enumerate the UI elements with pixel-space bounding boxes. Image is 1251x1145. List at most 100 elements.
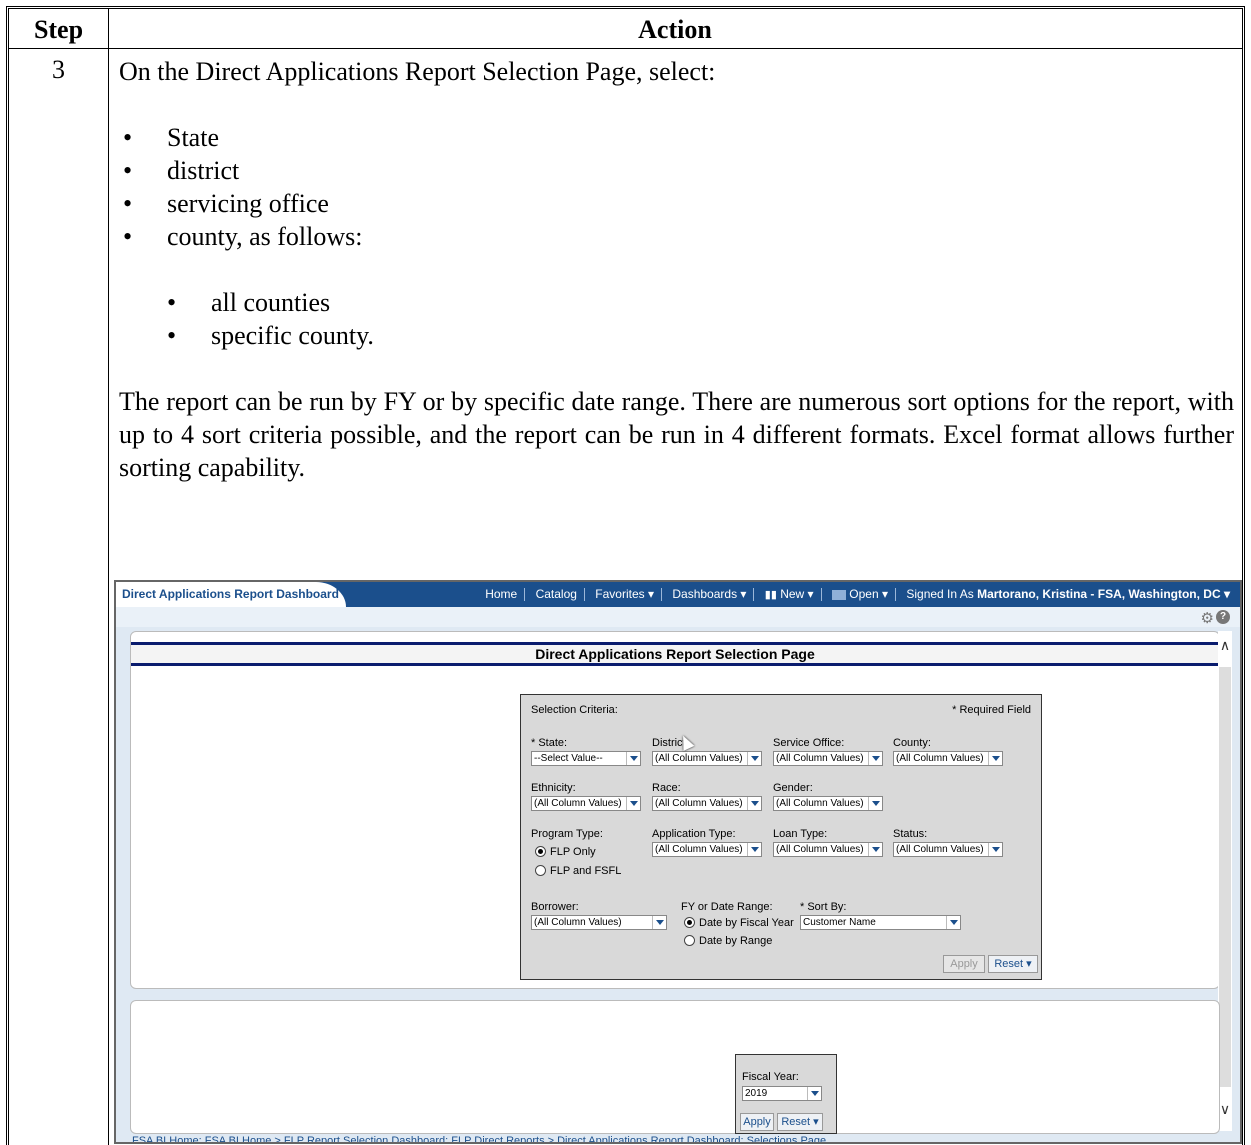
race-label: Race: [652, 782, 681, 794]
gender-value: (All Column Values) [776, 798, 864, 809]
ethnicity-label: Ethnicity: [531, 782, 576, 794]
breadcrumb[interactable]: FSA BI Home: FSA BI Home > FLP Report Se… [132, 1135, 826, 1142]
intro-text: On the Direct Applications Report Select… [119, 57, 716, 86]
program-radio-flp-fsfl[interactable]: FLP and FSFL [535, 865, 621, 877]
radio-empty-icon [684, 935, 695, 946]
fy-radio-date-range[interactable]: Date by Range [684, 935, 772, 947]
bullet-item: district [119, 154, 1234, 187]
program-radio-flp-only[interactable]: FLP Only [535, 846, 596, 858]
service-office-select[interactable]: (All Column Values) [773, 751, 883, 766]
chevron-up-icon[interactable]: ∧ [1218, 637, 1232, 654]
bullet-item: State [119, 121, 1234, 154]
service-office-label: Service Office: [773, 737, 845, 749]
sub-bullet-item: all counties [163, 286, 1234, 319]
loan-type-label: Loan Type: [773, 828, 828, 840]
sort-by-label: * Sort By: [800, 901, 847, 913]
ethnicity-value: (All Column Values) [534, 798, 622, 809]
bullet-item: county, as follows: [119, 220, 1234, 253]
nav-dashboards[interactable]: Dashboards ▾ [672, 587, 746, 601]
district-value: (All Column Values) [655, 753, 743, 764]
signed-in-prefix: Signed In As [906, 587, 974, 601]
chevron-down-icon[interactable] [747, 752, 761, 765]
chevron-down-icon[interactable] [626, 752, 640, 765]
borrower-select[interactable]: (All Column Values) [531, 915, 667, 930]
chevron-down-icon[interactable] [868, 843, 882, 856]
fiscal-year-panel [130, 1000, 1220, 1134]
county-select[interactable]: (All Column Values) [893, 751, 1003, 766]
gear-icon[interactable]: ⚙ [1201, 609, 1214, 627]
gender-select[interactable]: (All Column Values) [773, 796, 883, 811]
sort-by-select[interactable]: Customer Name [800, 915, 961, 930]
bullet-list: State district servicing office county, … [119, 121, 1234, 253]
dashboard-tab-label: Direct Applications Report Dashboard [122, 587, 339, 601]
chevron-down-icon[interactable] [626, 797, 640, 810]
chevron-down-icon[interactable] [747, 797, 761, 810]
fiscal-apply-button[interactable]: Apply [740, 1113, 774, 1131]
county-value: (All Column Values) [896, 753, 984, 764]
fiscal-year-value: 2019 [745, 1088, 768, 1099]
header-step: Step [33, 15, 84, 44]
borrower-value: (All Column Values) [534, 917, 622, 928]
selection-criteria-box: Selection Criteria: * Required Field * S… [520, 694, 1042, 980]
nav-new[interactable]: New ▾ [780, 587, 813, 601]
radio-selected-icon [684, 917, 695, 928]
sort-by-value: Customer Name [803, 917, 876, 928]
loan-type-value: (All Column Values) [776, 844, 864, 855]
nav-favorites[interactable]: Favorites ▾ [595, 587, 654, 601]
scrollbar[interactable]: ∧ ∨ [1218, 631, 1232, 1131]
sub-bullet-list: all counties specific county. [163, 286, 1234, 352]
borrower-label: Borrower: [531, 901, 579, 913]
fiscal-year-label: Fiscal Year: [742, 1071, 799, 1083]
fy-opt1-label: Date by Fiscal Year [699, 917, 794, 929]
scrollbar-thumb[interactable] [1219, 667, 1231, 1087]
chevron-down-icon[interactable] [988, 752, 1002, 765]
race-value: (All Column Values) [655, 798, 743, 809]
chevron-down-icon[interactable] [868, 752, 882, 765]
nav-home[interactable]: Home [485, 587, 517, 601]
signed-in-user[interactable]: Martorano, Kristina - FSA, Washington, D… [977, 587, 1230, 601]
program-type-label: Program Type: [531, 828, 603, 840]
required-note: * Required Field [952, 704, 1031, 716]
radio-empty-icon [535, 865, 546, 876]
state-value: --Select Value-- [534, 753, 603, 764]
fiscal-year-box: Fiscal Year: 2019 Apply Reset ▾ [735, 1054, 837, 1134]
chevron-down-icon[interactable] [946, 916, 960, 929]
nav-open[interactable]: Open ▾ [849, 587, 888, 601]
loan-type-select[interactable]: (All Column Values) [773, 842, 883, 857]
fiscal-year-select[interactable]: 2019 [742, 1086, 822, 1101]
program-opt2-label: FLP and FSFL [550, 865, 622, 877]
criteria-heading: Selection Criteria: [531, 704, 618, 716]
race-select[interactable]: (All Column Values) [652, 796, 762, 811]
fiscal-reset-button[interactable]: Reset ▾ [777, 1113, 823, 1131]
apply-button[interactable]: Apply [943, 955, 985, 973]
application-type-select[interactable]: (All Column Values) [652, 842, 762, 857]
nav-catalog[interactable]: Catalog [536, 587, 577, 601]
dashboard-tab[interactable]: Direct Applications Report Dashboard [116, 582, 346, 607]
chevron-down-icon[interactable]: ∨ [1218, 1101, 1232, 1118]
fy-radio-fiscal-year[interactable]: Date by Fiscal Year [684, 917, 794, 929]
program-opt1-label: FLP Only [550, 846, 596, 858]
status-label: Status: [893, 828, 928, 840]
step-number: 3 [52, 55, 65, 84]
action-content: On the Direct Applications Report Select… [119, 55, 1234, 484]
district-select[interactable]: (All Column Values) [652, 751, 762, 766]
description-paragraph: The report can be run by FY or by specif… [119, 387, 1234, 482]
chart-icon: ▮▮ [764, 589, 777, 601]
panel-title: Direct Applications Report Selection Pag… [131, 642, 1219, 666]
chevron-down-icon[interactable] [652, 916, 666, 929]
chevron-down-icon[interactable] [807, 1087, 821, 1100]
help-icon[interactable]: ? [1216, 610, 1230, 624]
status-select[interactable]: (All Column Values) [893, 842, 1003, 857]
chevron-down-icon[interactable] [868, 797, 882, 810]
ethnicity-select[interactable]: (All Column Values) [531, 796, 641, 811]
chevron-down-icon[interactable] [988, 843, 1002, 856]
state-select[interactable]: --Select Value-- [531, 751, 641, 766]
sub-toolbar [116, 607, 1240, 627]
header-action: Action [638, 15, 712, 44]
chevron-down-icon[interactable] [747, 843, 761, 856]
sub-bullet-item: specific county. [163, 319, 1234, 352]
fy-opt2-label: Date by Range [699, 935, 773, 947]
reset-button[interactable]: Reset ▾ [988, 955, 1038, 973]
global-nav: Home Catalog Favorites ▾ Dashboards ▾ ▮▮… [485, 587, 1230, 602]
application-type-value: (All Column Values) [655, 844, 743, 855]
